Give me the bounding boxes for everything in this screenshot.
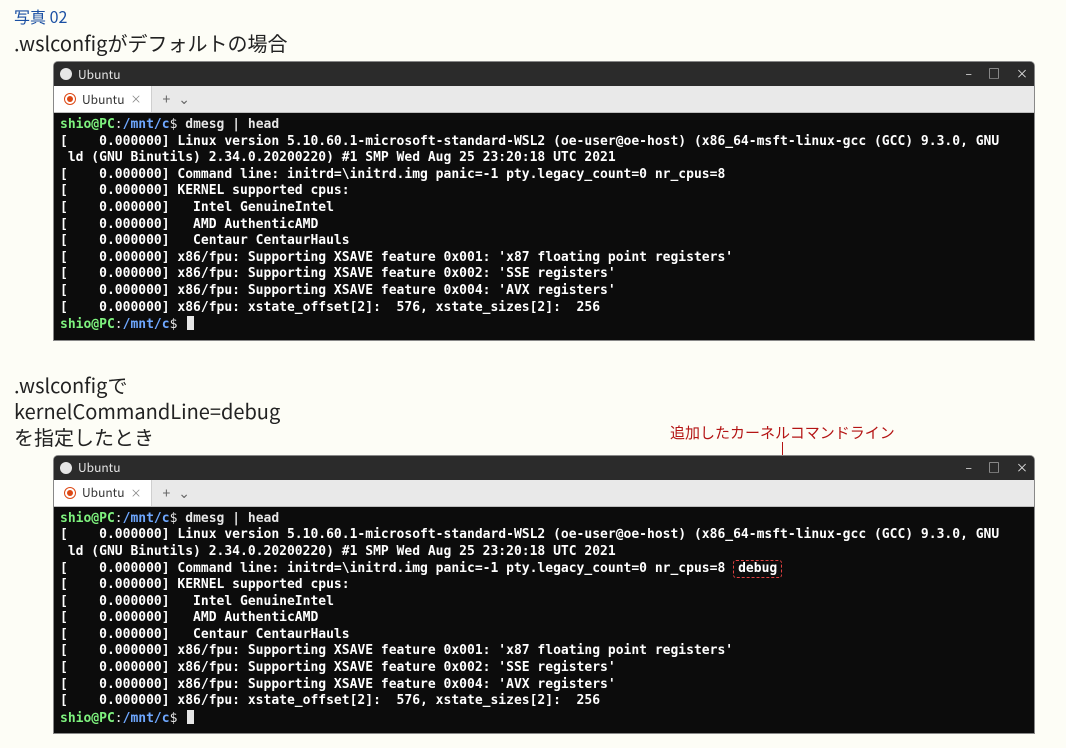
out-line: [ 0.000000] x86/fpu: Supporting XSAVE fe… — [60, 266, 616, 281]
out-line: [ 0.000000] AMD AuthenticAMD — [60, 217, 318, 232]
out-line: [ 0.000000] Linux version 5.10.60.1-micr… — [60, 527, 999, 542]
prompt-user: shio@PC — [60, 711, 115, 726]
ubuntu-icon — [64, 487, 76, 499]
tab-close-button[interactable]: × — [130, 485, 141, 501]
terminal-output-1[interactable]: shio@PC:/mnt/c$ dmesg | head [ 0.000000]… — [54, 113, 1034, 340]
tab-ubuntu[interactable]: Ubuntu × — [54, 86, 152, 112]
out-line: [ 0.000000] x86/fpu: Supporting XSAVE fe… — [60, 643, 733, 658]
tab-bar: Ubuntu × + ⌄ — [54, 480, 1034, 507]
prompt-path: /mnt/c — [123, 511, 170, 526]
out-line: ld (GNU Binutils) 2.34.0.20200220) #1 SM… — [60, 150, 616, 165]
out-line: [ 0.000000] Intel GenuineIntel — [60, 200, 334, 215]
highlighted-debug-token: debug — [733, 560, 782, 579]
photo-label: 写真 02 — [14, 4, 1052, 28]
out-line: [ 0.000000] Centaur CentaurHauls — [60, 233, 350, 248]
caption-2-line3: を指定したとき — [14, 424, 1052, 450]
out-line: [ 0.000000] AMD AuthenticAMD — [60, 610, 318, 625]
out-line: [ 0.000000] x86/fpu: xstate_offset[2]: 5… — [60, 300, 600, 315]
prompt-path: /mnt/c — [123, 117, 170, 132]
prompt-colon: : — [115, 711, 123, 726]
terminal-window-1: Ubuntu – □ × Ubuntu × + ⌄ shio@PC:/mnt/c… — [54, 62, 1034, 340]
out-line: [ 0.000000] x86/fpu: Supporting XSAVE fe… — [60, 283, 616, 298]
out-line: [ 0.000000] x86/fpu: xstate_offset[2]: 5… — [60, 693, 600, 708]
new-tab-button[interactable]: + — [162, 89, 170, 109]
app-icon — [60, 68, 72, 80]
prompt-colon: : — [115, 117, 123, 132]
titlebar: Ubuntu – □ × — [54, 62, 1034, 86]
prompt-colon: : — [115, 511, 123, 526]
out-line: [ 0.000000] Centaur CentaurHauls — [60, 627, 350, 642]
out-line: [ 0.000000] Intel GenuineIntel — [60, 594, 334, 609]
tab-close-button[interactable]: × — [130, 91, 141, 107]
out-line: [ 0.000000] Command line: initrd=\initrd… — [60, 561, 733, 576]
caption-2-line1: .wslconfigで — [14, 372, 1052, 398]
prompt-dollar: $ — [170, 317, 178, 332]
minimize-button[interactable]: – — [966, 68, 972, 80]
ubuntu-icon — [64, 93, 76, 105]
prompt-user: shio@PC — [60, 117, 115, 132]
maximize-button[interactable]: □ — [988, 68, 1000, 80]
annotation-label: 追加したカーネルコマンドライン — [670, 422, 895, 443]
titlebar: Ubuntu – □ × — [54, 456, 1034, 480]
out-line: [ 0.000000] Command line: initrd=\initrd… — [60, 167, 725, 182]
out-line: [ 0.000000] x86/fpu: Supporting XSAVE fe… — [60, 660, 616, 675]
out-line: [ 0.000000] x86/fpu: Supporting XSAVE fe… — [60, 250, 733, 265]
prompt-dollar: $ — [170, 117, 178, 132]
minimize-button[interactable]: – — [966, 462, 972, 474]
tab-bar: Ubuntu × + ⌄ — [54, 86, 1034, 113]
prompt-user: shio@PC — [60, 317, 115, 332]
tab-ubuntu[interactable]: Ubuntu × — [54, 480, 152, 506]
cursor — [187, 710, 194, 724]
tab-dropdown-button[interactable]: ⌄ — [178, 89, 190, 109]
prompt-dollar: $ — [170, 511, 178, 526]
caption-2-line2: kernelCommandLine=debug — [14, 398, 1052, 424]
command-text: dmesg | head — [185, 117, 279, 132]
tab-label: Ubuntu — [82, 484, 124, 501]
prompt-colon: : — [115, 317, 123, 332]
command-text: dmesg | head — [185, 511, 279, 526]
terminal-output-2[interactable]: shio@PC:/mnt/c$ dmesg | head [ 0.000000]… — [54, 507, 1034, 734]
new-tab-button[interactable]: + — [162, 483, 170, 503]
caption-1: .wslconfigがデフォルトの場合 — [14, 30, 1052, 56]
window-title: Ubuntu — [78, 459, 120, 476]
prompt-path: /mnt/c — [123, 317, 170, 332]
maximize-button[interactable]: □ — [988, 462, 1000, 474]
prompt-user: shio@PC — [60, 511, 115, 526]
out-line: [ 0.000000] x86/fpu: Supporting XSAVE fe… — [60, 677, 616, 692]
close-button[interactable]: × — [1016, 68, 1028, 80]
tab-label: Ubuntu — [82, 91, 124, 108]
out-line: [ 0.000000] Linux version 5.10.60.1-micr… — [60, 134, 999, 149]
window-title: Ubuntu — [78, 66, 120, 83]
out-line: ld (GNU Binutils) 2.34.0.20200220) #1 SM… — [60, 544, 616, 559]
tab-dropdown-button[interactable]: ⌄ — [178, 483, 190, 503]
out-line: [ 0.000000] KERNEL supported cpus: — [60, 577, 350, 592]
prompt-path: /mnt/c — [123, 711, 170, 726]
close-button[interactable]: × — [1016, 462, 1028, 474]
app-icon — [60, 462, 72, 474]
out-line: [ 0.000000] KERNEL supported cpus: — [60, 183, 350, 198]
prompt-dollar: $ — [170, 711, 178, 726]
terminal-window-2: Ubuntu – □ × Ubuntu × + ⌄ shi — [54, 456, 1034, 734]
cursor — [187, 316, 194, 330]
